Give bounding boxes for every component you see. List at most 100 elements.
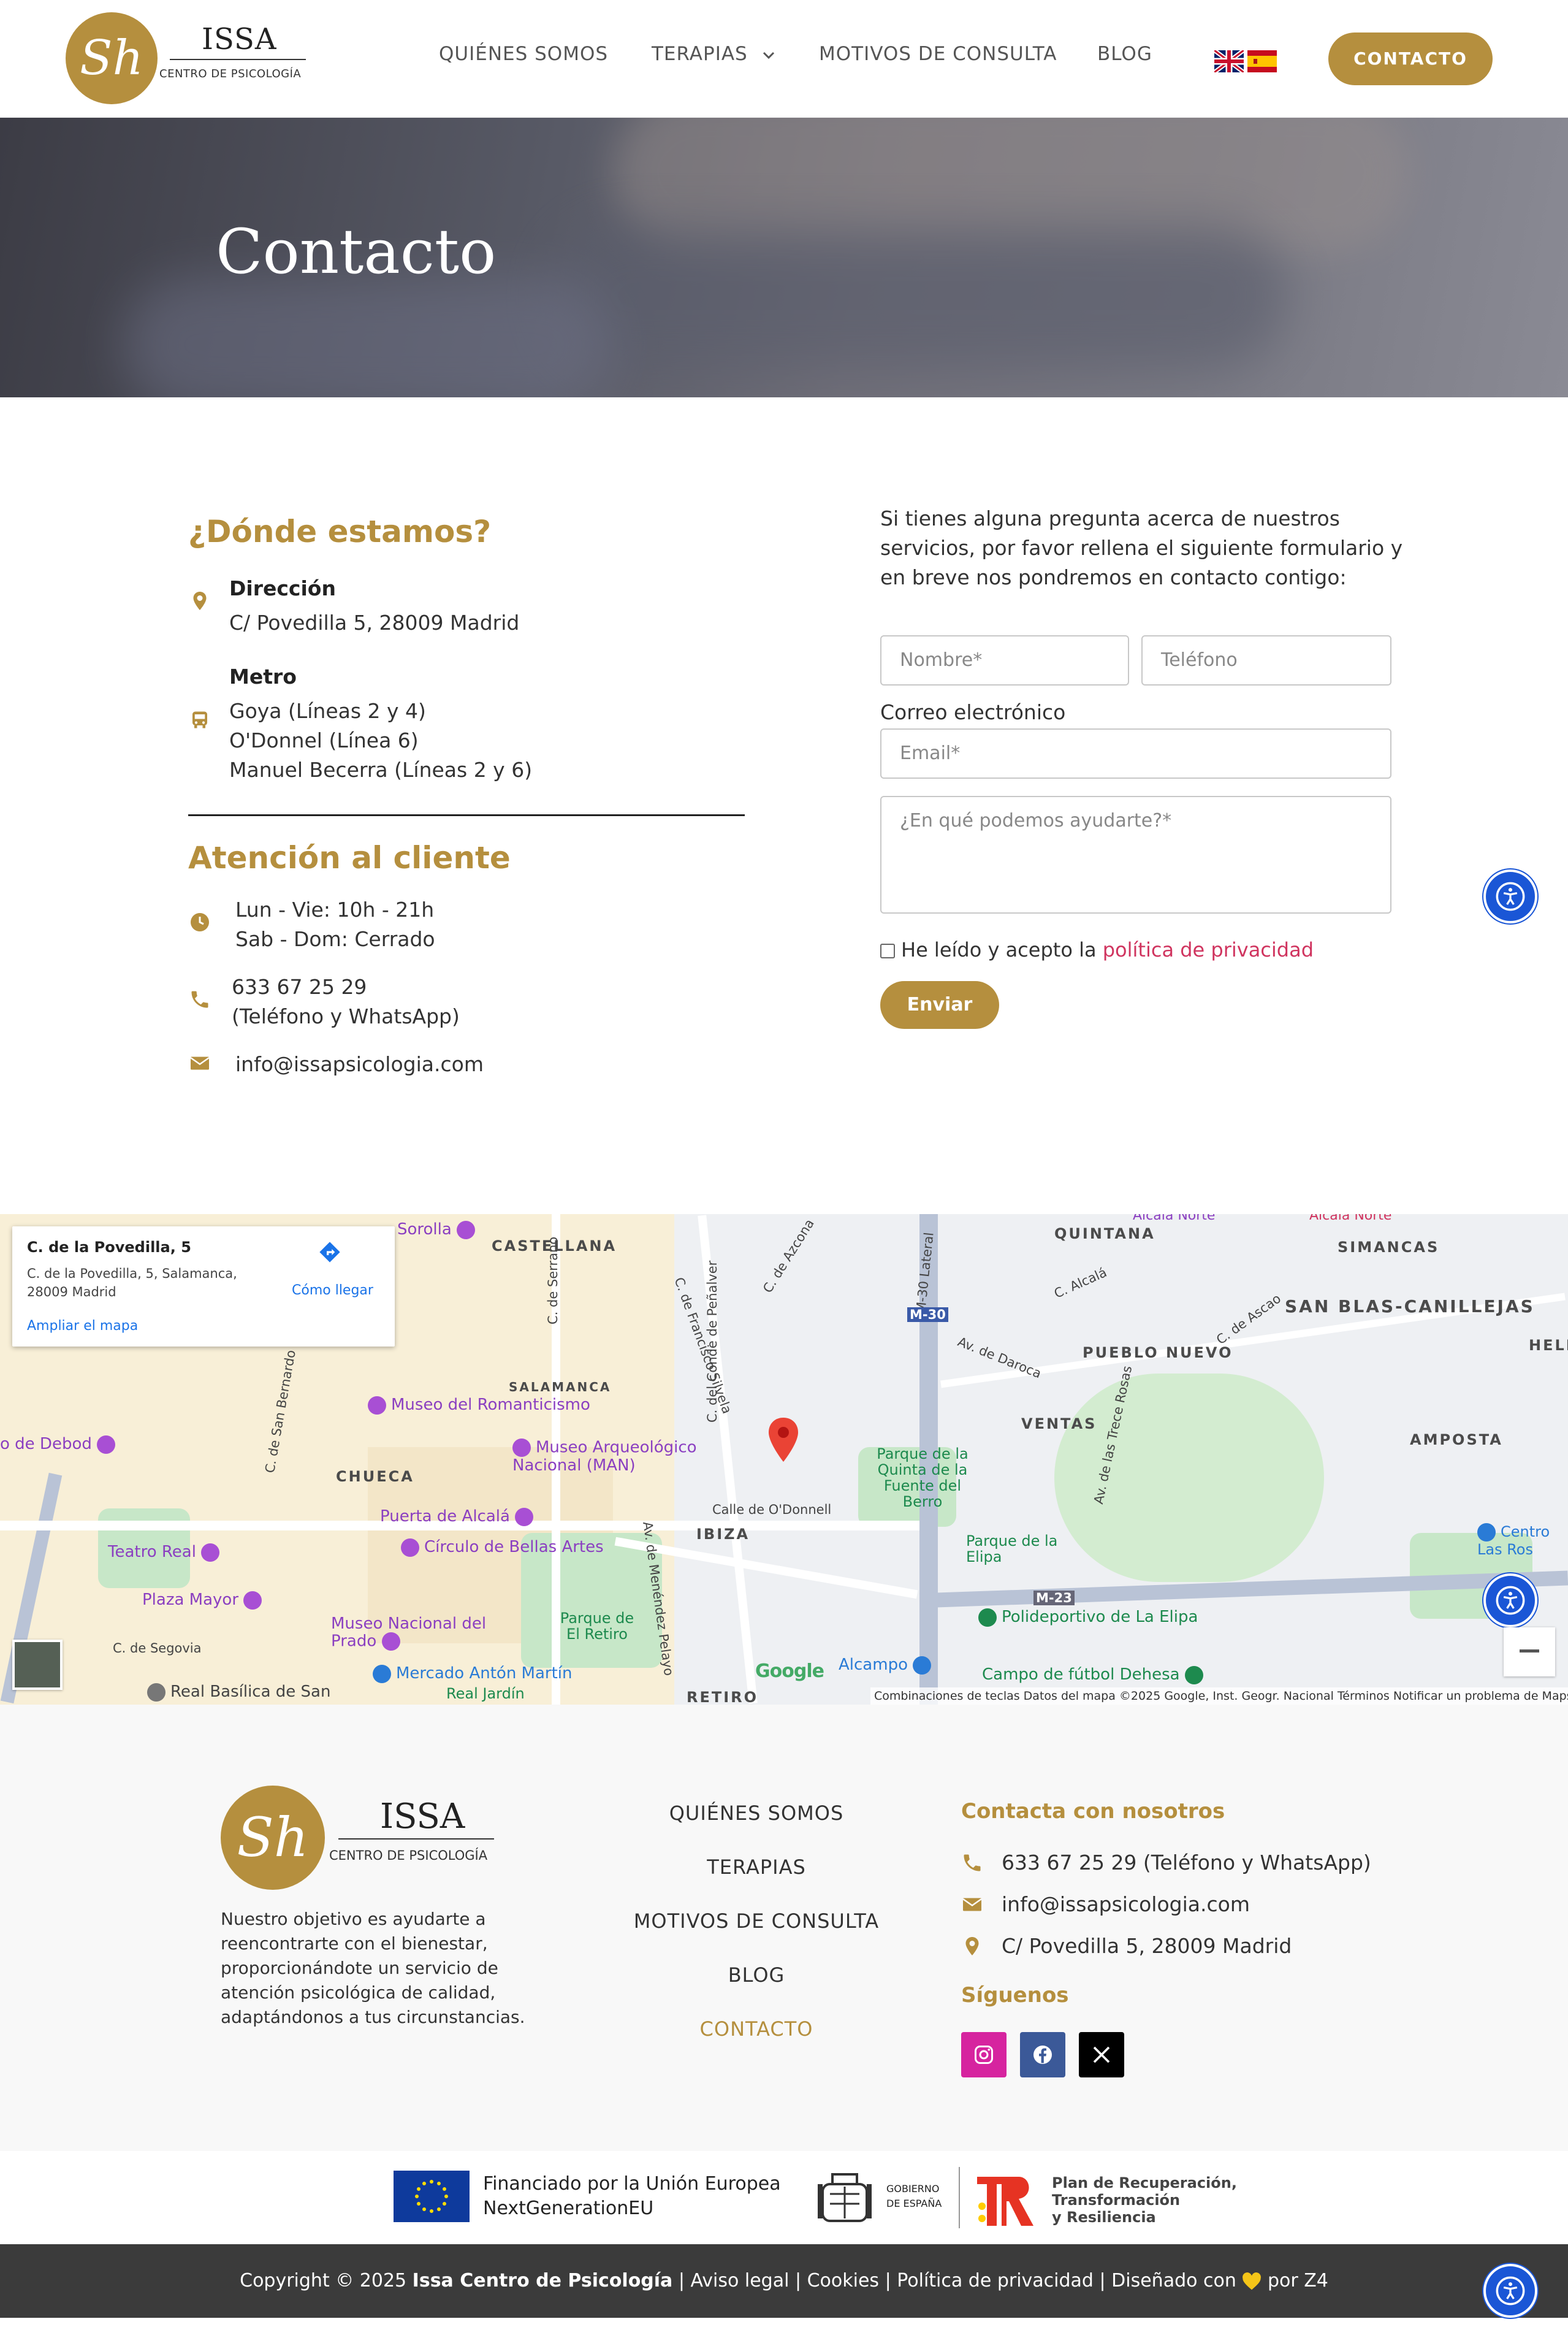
privacy-consent-text: He leído y acepto la	[901, 938, 1103, 961]
map-marker-icon	[965, 1937, 979, 1955]
poi-label-text: Campo de fútbol Dehesa	[982, 1665, 1180, 1684]
contact-button[interactable]: CONTACTO	[1328, 32, 1493, 85]
uk-flag-icon[interactable]	[1214, 50, 1244, 72]
poi-label[interactable]: Alcalá Norte	[1309, 1214, 1391, 1223]
poi-label[interactable]: Parque de la Elipa	[966, 1533, 1070, 1565]
accessibility-icon	[1496, 882, 1525, 911]
hero-banner: Contacto	[0, 118, 1568, 397]
lock-icon	[1477, 1523, 1496, 1542]
district-label: SALAMANCA	[509, 1380, 612, 1394]
zoom-out-button[interactable]	[1504, 1627, 1555, 1676]
map-attribution[interactable]: Combinaciones de teclas Datos del mapa ©…	[870, 1687, 1568, 1705]
poi-label[interactable]: Mercado Antón Martín	[373, 1664, 573, 1683]
footer-phone[interactable]: 633 67 25 29 (Teléfono y WhatsApp)	[1002, 1851, 1371, 1874]
name-input[interactable]: Nombre*	[880, 635, 1129, 686]
phone-number[interactable]: 633 67 25 29	[232, 975, 367, 999]
eu-flag-icon	[394, 2171, 470, 2222]
instagram-button[interactable]	[961, 2032, 1007, 2077]
email-link[interactable]: info@issapsicologia.com	[235, 1052, 484, 1076]
x-twitter-button[interactable]	[1079, 2032, 1124, 2077]
spain-flag-icon[interactable]	[1247, 50, 1277, 72]
phone-input[interactable]: Teléfono	[1141, 635, 1391, 686]
chevron-down-icon	[763, 52, 774, 59]
footer-address: C/ Povedilla 5, 28009 Madrid	[1002, 1934, 1292, 1958]
district-label: HELL	[1529, 1337, 1568, 1354]
poi-label[interactable]: Museo Nacional del Prado	[331, 1615, 490, 1651]
poi-label[interactable]: Alcalá Norte	[1133, 1214, 1215, 1223]
poi-label-text: Círculo de Bellas Artes	[424, 1538, 604, 1556]
poi-label[interactable]: Puerta de Alcalá	[380, 1507, 538, 1526]
phone-icon	[964, 1854, 981, 1871]
address-label: Dirección	[229, 576, 336, 600]
page-title: Contacto	[216, 216, 497, 288]
poi-label[interactable]: o de Debod	[0, 1435, 120, 1454]
accessibility-button[interactable]	[1483, 1573, 1537, 1627]
poi-label[interactable]: Parque de la Quinta de la Fuente del Ber…	[870, 1446, 975, 1510]
site-logo[interactable]: Sh ISSA CENTRO DE PSICOLOGÍA	[66, 12, 311, 104]
theater-icon	[201, 1543, 220, 1562]
map-pin-icon[interactable]	[767, 1418, 799, 1462]
submit-button[interactable]: Enviar	[880, 981, 999, 1029]
email-input[interactable]: Email*	[880, 728, 1391, 779]
privacy-checkbox[interactable]	[880, 944, 895, 958]
footer-logo[interactable]: Sh ISSA CENTRO DE PSICOLOGÍA	[221, 1786, 503, 1890]
poi-label[interactable]: Polideportivo de La Elipa	[978, 1608, 1198, 1627]
metro-line: Goya (Líneas 2 y 4)	[229, 699, 426, 723]
district-label: QUINTANA	[1054, 1225, 1155, 1242]
logo-subtitle: CENTRO DE PSICOLOGÍA	[329, 1848, 488, 1863]
facebook-button[interactable]	[1020, 2032, 1065, 2077]
road-shield: M-23	[1033, 1591, 1075, 1605]
poi-label-text: Puerta de Alcalá	[380, 1507, 510, 1526]
hours-line: Lun - Vie: 10h - 21h	[235, 898, 435, 922]
nav-quienes-somos[interactable]: QUIÉNES SOMOS	[439, 43, 608, 65]
spain-coat-of-arms-icon	[818, 2173, 872, 2222]
street-label: Calle de O'Donnell	[712, 1502, 832, 1517]
footer-nav-motivos[interactable]: MOTIVOS DE CONSULTA	[573, 1909, 940, 1933]
poi-label[interactable]: Museo Arqueológico Nacional (MAN)	[512, 1439, 733, 1474]
footer-nav-blog[interactable]: BLOG	[573, 1963, 940, 1987]
map-infobox: C. de la Povedilla, 5 C. de la Povedilla…	[12, 1226, 395, 1347]
poi-label[interactable]: Sorolla	[397, 1220, 480, 1239]
nav-blog[interactable]: BLOG	[1097, 43, 1152, 65]
footer-nav-quienes-somos[interactable]: QUIÉNES SOMOS	[573, 1802, 940, 1825]
metro-label: Metro	[229, 665, 297, 689]
poi-label-text: Teatro Real	[108, 1543, 196, 1561]
copyright-brand[interactable]: Issa Centro de Psicología	[413, 2270, 673, 2291]
phone-note: (Teléfono y WhatsApp)	[232, 1004, 460, 1028]
poi-label[interactable]: Centro Las Ros	[1477, 1523, 1568, 1557]
map-layer-toggle[interactable]	[12, 1640, 63, 1690]
poi-label[interactable]: Teatro Real	[108, 1543, 224, 1562]
accessibility-button[interactable]	[1483, 869, 1537, 923]
logo-name: ISSA	[202, 22, 277, 56]
poi-label[interactable]: Campo de fútbol Dehesa	[982, 1665, 1208, 1684]
museum-icon	[368, 1396, 386, 1415]
language-switcher	[1214, 50, 1278, 72]
directions-link[interactable]: Cómo llegar	[292, 1283, 373, 1298]
gov-line: DE ESPAÑA	[886, 2198, 942, 2209]
message-textarea[interactable]: ¿En qué podemos ayudarte?*	[880, 796, 1391, 914]
poi-label-text: o de Debod	[0, 1435, 92, 1453]
funding-band	[0, 2151, 1568, 2244]
enlarge-map-link[interactable]: Ampliar el mapa	[27, 1318, 138, 1334]
directions-icon[interactable]	[318, 1240, 342, 1264]
footer-nav-terapias[interactable]: TERAPIAS	[573, 1855, 940, 1879]
accessibility-button[interactable]	[1483, 2264, 1537, 2318]
nav-terapias[interactable]: TERAPIAS	[652, 43, 775, 65]
poi-label[interactable]: Parque de El Retiro	[554, 1610, 640, 1642]
form-intro: Si tienes alguna pregunta acerca de nues…	[880, 506, 1403, 589]
footer-nav-contacto[interactable]: CONTACTO	[573, 2017, 940, 2041]
poi-label[interactable]: Plaza Mayor	[142, 1591, 267, 1610]
copyright-suffix[interactable]: por Z4	[1262, 2270, 1328, 2291]
footer-email[interactable]: info@issapsicologia.com	[1002, 1892, 1250, 1916]
privacy-policy-link[interactable]: política de privacidad	[1103, 938, 1314, 961]
poi-label[interactable]: Real Basílica de San	[147, 1683, 330, 1702]
poi-label[interactable]: Museo del Romanticismo	[368, 1396, 590, 1415]
poi-label-text: Museo del Romanticismo	[391, 1396, 590, 1414]
copyright-links[interactable]: | Aviso legal | Cookies | Política de pr…	[672, 2270, 1242, 2291]
poi-label[interactable]: Real Jardín	[446, 1685, 525, 1702]
nav-motivos[interactable]: MOTIVOS DE CONSULTA	[819, 43, 1057, 65]
poi-label[interactable]: Círculo de Bellas Artes	[401, 1538, 604, 1557]
map-park-area	[1054, 1374, 1324, 1582]
metro-line: Manuel Becerra (Líneas 2 y 6)	[229, 758, 533, 782]
poi-label[interactable]: Alcampo	[839, 1656, 936, 1675]
